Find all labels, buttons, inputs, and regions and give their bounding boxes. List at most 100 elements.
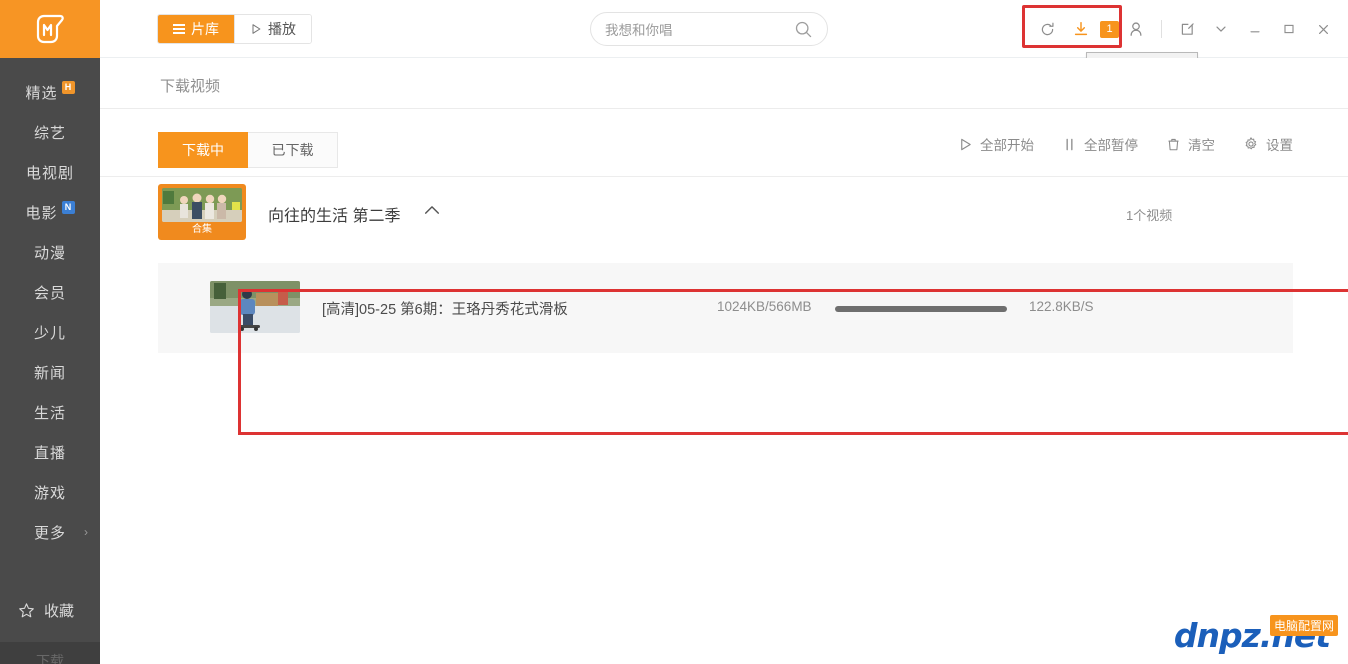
sidebar-item-label: 精选: [25, 84, 58, 102]
page-title-divider: [100, 108, 1348, 109]
sidebar-item-gengduo[interactable]: 更多 ›: [0, 512, 100, 552]
sidebar-badge-n: N: [61, 200, 75, 214]
item-thumbnail: [210, 281, 300, 333]
maximize-icon: [1284, 24, 1294, 34]
sidebar-item-label: 综艺: [33, 124, 66, 142]
sidebar-item-huiyuan[interactable]: 会员: [0, 272, 100, 312]
sidebar-item-label: 会员: [33, 284, 66, 302]
sidebar-item-dongman[interactable]: 动漫: [0, 232, 100, 272]
close-icon: [1318, 24, 1328, 34]
sidebar-item-label: 生活: [33, 404, 66, 422]
chevron-down-icon: [1216, 26, 1226, 32]
maximize-button[interactable]: [1272, 12, 1306, 46]
download-actions: 全部开始 全部暂停 清空 设置: [958, 134, 1293, 154]
play-icon: [961, 138, 971, 150]
sidebar-item-zhibo[interactable]: 直播: [0, 432, 100, 472]
list-top-divider: [100, 176, 1348, 177]
star-icon: [19, 602, 34, 617]
hamburger-icon: [173, 24, 185, 34]
pause-icon: [1066, 138, 1073, 150]
sidebar-item-label: 动漫: [33, 244, 66, 262]
search-box[interactable]: [590, 12, 828, 46]
compose-icon: [1181, 22, 1194, 35]
sidebar-item-label: 电视剧: [25, 164, 74, 182]
clear-label: 清空: [1188, 138, 1215, 153]
item-size: 1024KB/566MB: [717, 299, 812, 314]
start-all-button[interactable]: 全部开始: [958, 134, 1034, 154]
sidebar-item-xinwen[interactable]: 新闻: [0, 352, 100, 392]
sidebar-item-zongyi[interactable]: 综艺: [0, 112, 100, 152]
sidebar-item-label: 电影: [25, 204, 58, 222]
clear-button[interactable]: 清空: [1166, 134, 1215, 154]
watermark-main: dnpz: [1173, 616, 1261, 655]
download-item-row[interactable]: [高清]05-25 第6期：王珞丹秀花式滑板 1024KB/566MB 122.…: [158, 263, 1293, 353]
settings-label: 设置: [1266, 138, 1293, 153]
download-tabs: 下载中 已下载: [158, 132, 338, 168]
close-button[interactable]: [1306, 12, 1340, 46]
item-speed: 122.8KB/S: [1029, 299, 1094, 314]
sidebar-item-label: 新闻: [33, 364, 66, 382]
sidebar-item-dianshiju[interactable]: 电视剧: [0, 152, 100, 192]
watermark: dnpz.net 电脑配置网: [1169, 613, 1342, 658]
compose-button[interactable]: [1170, 12, 1204, 46]
sidebar-item-favorites[interactable]: 收藏: [0, 590, 100, 630]
sidebar-item-shaoer[interactable]: 少儿: [0, 312, 100, 352]
minimize-button[interactable]: [1238, 12, 1272, 46]
sidebar-item-youxi[interactable]: 游戏: [0, 472, 100, 512]
sidebar-item-label: 收藏: [44, 602, 75, 620]
sidebar-item-label: 少儿: [33, 324, 66, 342]
album-collapse-toggle[interactable]: [423, 203, 441, 221]
download-icon: [1074, 21, 1088, 36]
sidebar-footer-partial[interactable]: 下载: [0, 642, 100, 664]
search-icon[interactable]: [794, 20, 813, 39]
app-logo[interactable]: [0, 0, 100, 58]
page-title: 下载视频: [160, 78, 221, 95]
chevron-right-icon: ›: [84, 525, 88, 539]
minimize-icon: [1250, 31, 1260, 33]
topbar: 片库 播放 我想和你唱 1: [100, 0, 1348, 58]
album-thumb-caption: 合集: [192, 224, 212, 235]
search-input[interactable]: [605, 21, 794, 37]
gear-icon: [1245, 137, 1257, 150]
download-button[interactable]: [1064, 12, 1098, 46]
tab-downloaded[interactable]: 已下载: [248, 132, 338, 168]
sidebar-badge-h: H: [61, 80, 75, 94]
sidebar: 精选 H 综艺 电视剧 电影 N 动漫 会员 少儿 新闻 生活 直播 游戏 更多…: [0, 0, 100, 664]
album-video-count: 1个视频: [1126, 208, 1173, 223]
settings-button[interactable]: 设置: [1243, 134, 1293, 154]
mango-tv-logo-icon: [36, 14, 64, 44]
tab-library[interactable]: 片库: [158, 15, 234, 43]
watermark-badge: 电脑配置网: [1269, 615, 1338, 636]
window-tools: 1: [1030, 0, 1340, 58]
refresh-button[interactable]: [1030, 12, 1064, 46]
album-thumb-art: [162, 188, 242, 222]
sidebar-item-dianying[interactable]: 电影 N: [0, 192, 100, 232]
pause-all-label: 全部暂停: [1084, 138, 1138, 153]
tab-downloaded-label: 已下载: [271, 142, 314, 158]
item-progress-bar: [835, 306, 1007, 312]
tab-downloading[interactable]: 下载中: [158, 132, 248, 168]
sidebar-divider: [0, 552, 100, 578]
sidebar-item-shenghuo[interactable]: 生活: [0, 392, 100, 432]
view-switch: 片库 播放: [157, 14, 312, 44]
pause-all-button[interactable]: 全部暂停: [1062, 134, 1138, 154]
start-all-label: 全部开始: [980, 138, 1034, 153]
download-count-badge[interactable]: 1: [1100, 20, 1119, 38]
refresh-icon: [1041, 22, 1054, 35]
sidebar-item-label: 更多: [33, 524, 66, 542]
play-icon: [252, 24, 261, 34]
item-thumb-art: [210, 281, 300, 333]
album-thumbnail: 合集: [158, 184, 246, 240]
user-button[interactable]: [1119, 12, 1153, 46]
album-title: 向往的生活 第二季: [268, 208, 401, 225]
item-title: [高清]05-25 第6期：王珞丹秀花式滑板: [322, 302, 568, 318]
tab-play[interactable]: 播放: [234, 15, 311, 43]
album-group-header[interactable]: 合集 向往的生活 第二季 1个视频: [158, 184, 1293, 240]
tab-library-label: 片库: [191, 21, 219, 37]
sidebar-footer-label: 下载: [36, 653, 64, 664]
user-icon: [1130, 22, 1142, 36]
trash-icon: [1168, 138, 1179, 150]
sidebar-item-label: 游戏: [33, 484, 66, 502]
dropdown-button[interactable]: [1204, 12, 1238, 46]
sidebar-item-jingxuan[interactable]: 精选 H: [0, 72, 100, 112]
